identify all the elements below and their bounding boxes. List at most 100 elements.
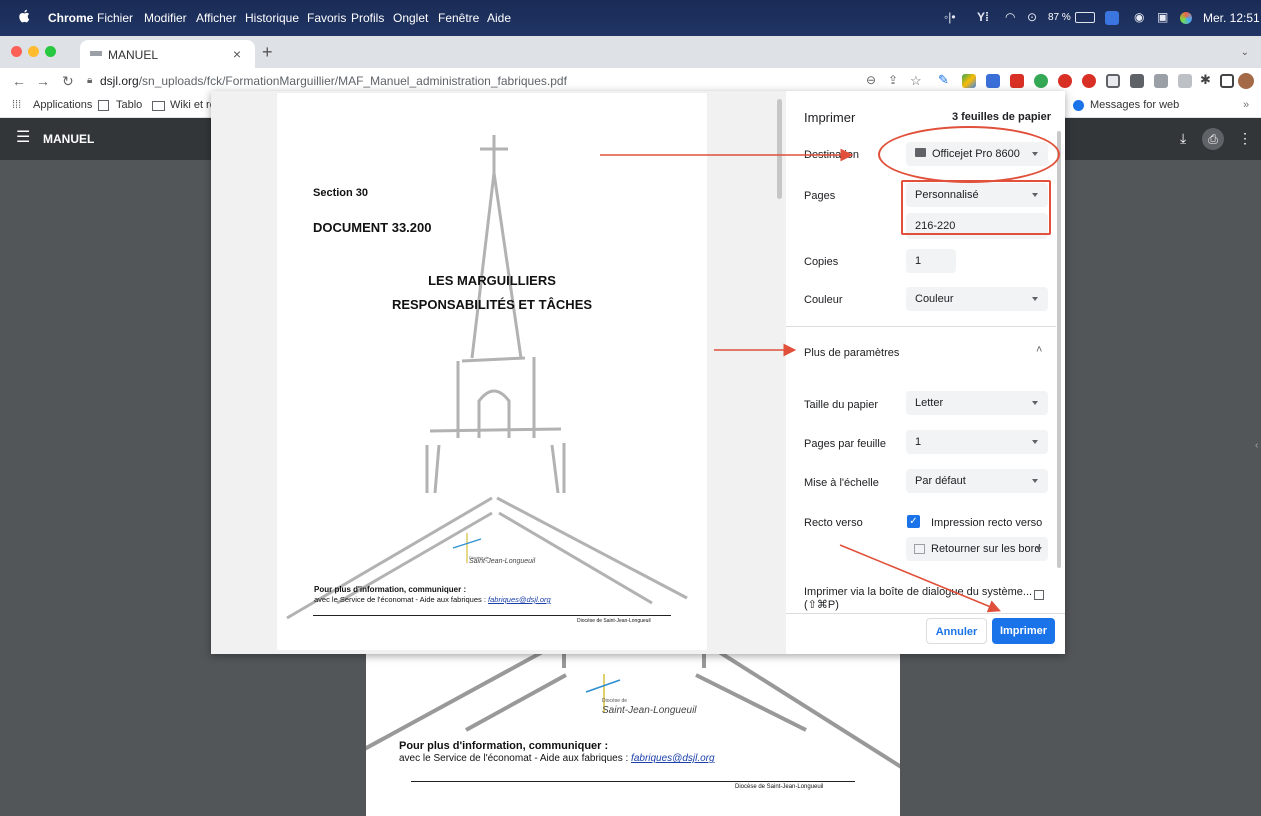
scale-value: Par défaut bbox=[915, 475, 966, 487]
extension-icon[interactable] bbox=[1178, 74, 1192, 88]
download-icon[interactable]: ⤓ bbox=[1180, 130, 1186, 147]
preview-logo-text: Saint-Jean-Longueuil bbox=[469, 558, 536, 565]
menu-afficher[interactable]: Afficher bbox=[196, 11, 236, 25]
destination-highlight-ellipse bbox=[878, 126, 1060, 183]
bookmark-star-icon[interactable]: ☆ bbox=[910, 73, 922, 89]
email-link[interactable]: fabriques@dsjl.org bbox=[631, 753, 715, 764]
menu-modifier[interactable]: Modifier bbox=[144, 11, 187, 25]
extension-icon[interactable] bbox=[1034, 74, 1048, 88]
url-domain: dsjl.org bbox=[100, 74, 139, 88]
tab-strip: MANUEL × + ⌄ bbox=[0, 36, 1261, 68]
chevron-down-icon bbox=[1036, 547, 1042, 551]
control-center-icon[interactable] bbox=[1180, 12, 1192, 24]
bookmark-messages[interactable]: Messages for web bbox=[1090, 99, 1179, 111]
copies-label: Copies bbox=[804, 256, 839, 268]
apps-grid-icon[interactable]: ⁞⁞⁞ bbox=[12, 99, 21, 111]
scale-label: Mise à l'échelle bbox=[804, 477, 879, 489]
scroll-indicator[interactable]: ‹ bbox=[1255, 440, 1258, 451]
macos-menubar: Chrome Fichier Modifier Afficher Histori… bbox=[0, 0, 1261, 36]
extensions-puzzle-icon[interactable]: ✱ bbox=[1200, 72, 1214, 87]
play-icon[interactable]: ⊙ bbox=[1027, 10, 1037, 24]
battery-icon[interactable] bbox=[1075, 12, 1095, 23]
menu-onglet[interactable]: Onglet bbox=[393, 11, 428, 25]
chevron-down-icon bbox=[1032, 479, 1038, 483]
paper-size-value: Letter bbox=[915, 397, 944, 409]
extension-icon[interactable] bbox=[1082, 74, 1096, 88]
zoom-icon[interactable]: ⊖ bbox=[866, 73, 876, 87]
paper-size-label: Taille du papier bbox=[804, 399, 878, 411]
scale-select[interactable]: Par défaut bbox=[906, 469, 1048, 493]
menu-hamburger-icon[interactable]: ☰ bbox=[16, 130, 30, 146]
profile-avatar[interactable] bbox=[1238, 73, 1254, 89]
document-number: DOCUMENT 33.200 bbox=[313, 220, 432, 235]
menu-fenetre[interactable]: Fenêtre bbox=[438, 11, 479, 25]
duplex-option[interactable]: Impression recto verso bbox=[931, 517, 1042, 529]
reload-icon[interactable]: ↻ bbox=[62, 73, 74, 90]
display-icon[interactable]: ▣ bbox=[1157, 10, 1168, 24]
pages-per-sheet-select[interactable]: 1 bbox=[906, 430, 1048, 454]
copies-value: 1 bbox=[915, 255, 922, 267]
more-options-icon[interactable]: ⋮ bbox=[1238, 130, 1252, 147]
close-window-button[interactable] bbox=[11, 46, 22, 57]
url-field[interactable]: dsjl.org/sn_uploads/fck/FormationMarguil… bbox=[100, 74, 567, 88]
forward-arrow-icon[interactable]: → bbox=[36, 73, 50, 89]
chevron-up-icon[interactable]: ˄ bbox=[1036, 344, 1042, 356]
folder-icon bbox=[152, 101, 165, 111]
print-icon[interactable]: ⎙ bbox=[1202, 128, 1224, 150]
color-select[interactable]: Couleur bbox=[906, 287, 1048, 311]
flip-select[interactable]: Retourner sur les bord bbox=[906, 537, 1048, 561]
system-dialog-link[interactable]: Imprimer via la boîte de dialogue du sys… bbox=[804, 586, 1032, 598]
paper-size-select[interactable]: Letter bbox=[906, 391, 1048, 415]
menu-profils[interactable]: Profils bbox=[351, 11, 384, 25]
print-button[interactable]: Imprimer bbox=[992, 618, 1055, 644]
copies-input[interactable]: 1 bbox=[906, 249, 956, 273]
menu-aide[interactable]: Aide bbox=[487, 11, 511, 25]
menu-fichier[interactable]: Fichier bbox=[97, 11, 133, 25]
cancel-button[interactable]: Annuler bbox=[926, 618, 987, 644]
preview-email-link[interactable]: fabriques@dsjl.org bbox=[488, 595, 551, 604]
duplex-checkbox[interactable]: ✓ bbox=[907, 515, 920, 528]
back-arrow-icon[interactable]: ← bbox=[12, 73, 26, 89]
share-icon[interactable]: ⇪ bbox=[888, 73, 898, 87]
new-tab-button[interactable]: + bbox=[262, 43, 273, 61]
extension-icon[interactable] bbox=[1154, 74, 1168, 88]
bookmark-tablo[interactable]: Tablo bbox=[116, 99, 142, 111]
tab-close-icon[interactable]: × bbox=[233, 46, 241, 62]
tab-manuel[interactable]: MANUEL × bbox=[80, 40, 255, 68]
adblock-extension-icon[interactable] bbox=[1058, 74, 1072, 88]
preview-scrollbar[interactable] bbox=[777, 99, 782, 199]
apple-logo-icon[interactable] bbox=[18, 9, 30, 23]
eyedropper-extension-icon[interactable]: ✎ bbox=[938, 72, 952, 87]
siri-icon[interactable]: ◉ bbox=[1134, 10, 1144, 24]
pages-per-sheet-label: Pages par feuille bbox=[804, 438, 886, 450]
extension-icon[interactable] bbox=[986, 74, 1000, 88]
footer-rule bbox=[411, 781, 855, 782]
more-bookmarks-icon[interactable]: » bbox=[1243, 99, 1249, 111]
more-settings-toggle[interactable]: Plus de paramètres bbox=[804, 347, 899, 359]
document-title-line1: LES MARGUILLIERS bbox=[428, 273, 556, 288]
zoom-window-button[interactable] bbox=[45, 46, 56, 57]
lock-icon[interactable]: 🔒︎ bbox=[87, 75, 92, 86]
sheet-count: 3 feuilles de papier bbox=[951, 111, 1051, 123]
menu-favoris[interactable]: Favoris bbox=[307, 11, 346, 25]
minimize-window-button[interactable] bbox=[28, 46, 39, 57]
info-text-body: avec le Service de l'économat - Aide aux… bbox=[399, 753, 632, 764]
drive-extension-icon[interactable] bbox=[962, 74, 976, 88]
open-external-icon[interactable] bbox=[1034, 590, 1044, 600]
tab-search-chevron-icon[interactable]: ⌄ bbox=[1241, 47, 1249, 58]
extension-icon[interactable] bbox=[1106, 74, 1120, 88]
app-icon[interactable] bbox=[1105, 11, 1119, 25]
wifi-icon[interactable]: ◠ bbox=[1005, 10, 1015, 24]
menu-historique[interactable]: Historique bbox=[245, 11, 299, 25]
flip-value: Retourner sur les bord bbox=[931, 543, 1041, 555]
extension-icon[interactable] bbox=[1010, 74, 1024, 88]
stats-icon[interactable]: Y⁞ bbox=[977, 10, 989, 24]
chevron-down-icon bbox=[1032, 440, 1038, 444]
extension-icon[interactable] bbox=[1130, 74, 1144, 88]
menu-chrome[interactable]: Chrome bbox=[48, 11, 93, 25]
preview-footer-text: Diocèse de Saint-Jean-Longueuil bbox=[577, 618, 651, 624]
bookmark-applications[interactable]: Applications bbox=[33, 99, 92, 111]
sidepanel-icon[interactable] bbox=[1220, 74, 1234, 88]
audio-status-icon[interactable]: ◦|• bbox=[944, 10, 956, 24]
settings-scrollbar[interactable] bbox=[1057, 131, 1061, 568]
